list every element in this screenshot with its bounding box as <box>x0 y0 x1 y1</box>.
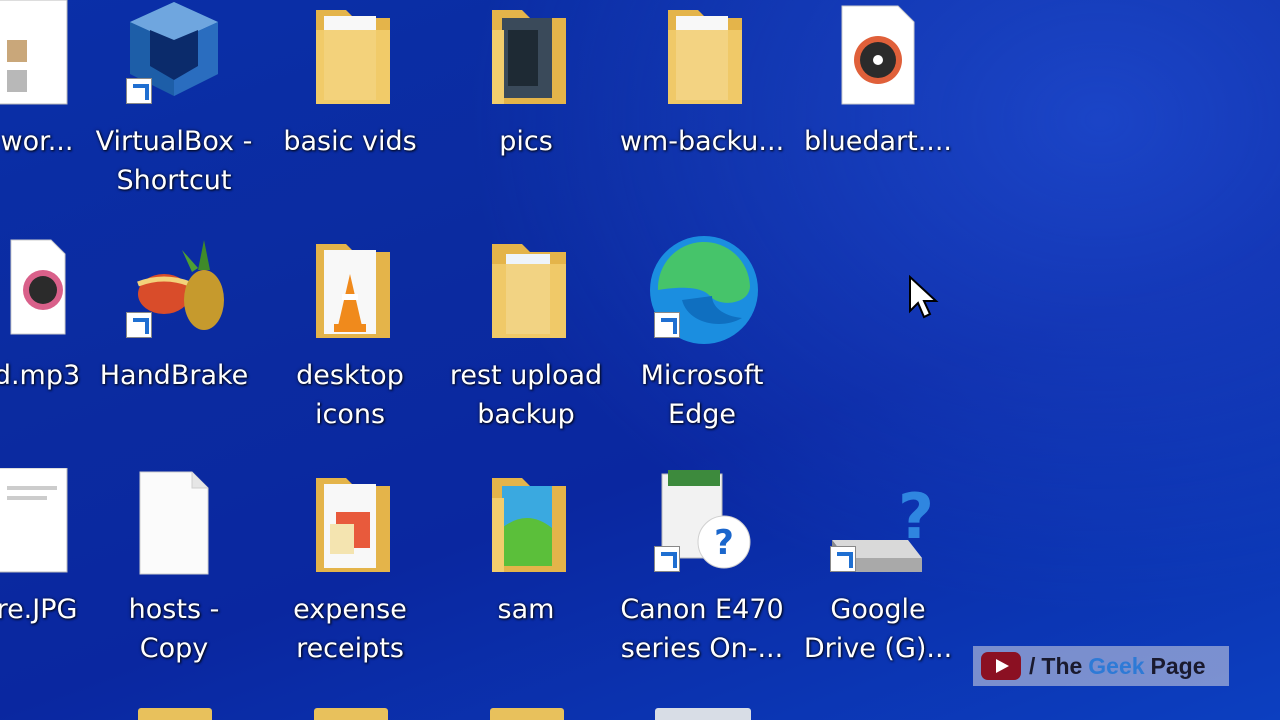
shortcut-arrow-icon <box>830 546 856 572</box>
desktop-icon-basic-vids[interactable]: basic vids <box>262 0 438 161</box>
icon-label: VirtualBox - Shortcut <box>95 126 253 196</box>
audio-file-icon <box>0 234 97 346</box>
desktop-icon-canon-e470[interactable]: ? Canon E470 series On-... <box>614 468 790 668</box>
icon-label: sam <box>497 594 555 625</box>
desktop-icon-expense-receipts[interactable]: expense receipts <box>262 468 438 668</box>
folder-photo-icon <box>466 0 586 112</box>
icon-label: basic vids <box>283 126 417 157</box>
svg-text:?: ? <box>714 523 734 563</box>
icon-label: rest upload backup <box>449 360 603 430</box>
mouse-cursor-icon <box>909 275 939 319</box>
edge-icon <box>642 234 762 346</box>
icon-label: desktop icons <box>296 360 404 430</box>
desktop-icon-google-drive[interactable]: ? Google Drive (G)... <box>790 468 966 668</box>
icon-label: hosts - Copy <box>128 594 220 664</box>
desktop-icon-handbrake[interactable]: HandBrake <box>86 234 262 395</box>
desktop-icon-bluedart[interactable]: bluedart.... <box>790 0 966 161</box>
folder-icon <box>290 0 410 112</box>
document-thumbnail-icon <box>0 0 97 112</box>
shortcut-arrow-icon <box>126 312 152 338</box>
icon-label: Google Drive (G)... <box>803 594 953 664</box>
image-file-icon <box>0 468 97 580</box>
icon-label: Canon E470 series On-... <box>620 594 784 664</box>
virtualbox-icon <box>114 0 234 112</box>
desktop-icon-virtualbox[interactable]: VirtualBox - Shortcut <box>86 0 262 200</box>
desktop-icon-pics[interactable]: pics <box>438 0 614 161</box>
blank-file-icon <box>114 468 234 580</box>
icon-label: HandBrake <box>99 360 249 391</box>
icon-label: bluedart.... <box>803 126 953 157</box>
folder-vlc-icon <box>290 234 410 346</box>
watermark-geek: Geek <box>1088 652 1145 679</box>
desktop-icon-sam[interactable]: sam <box>438 468 614 629</box>
desktop-icon-microsoft-edge[interactable]: Microsoft Edge <box>614 234 790 434</box>
partial-folder-icon <box>138 708 212 720</box>
shortcut-arrow-icon <box>654 312 680 338</box>
help-book-icon: ? <box>642 468 762 580</box>
folder-icon <box>466 234 586 346</box>
folder-icon <box>290 468 410 580</box>
handbrake-icon <box>114 234 234 346</box>
youtube-icon <box>981 652 1021 680</box>
drive-help-icon: ? <box>818 468 938 580</box>
audio-file-icon <box>818 0 938 112</box>
watermark-page: Page <box>1150 652 1206 679</box>
desktop-icon-hosts-copy[interactable]: hosts - Copy <box>86 468 262 668</box>
icon-label: Microsoft Edge <box>640 360 764 430</box>
icon-label: wm-backu... <box>619 126 785 157</box>
channel-watermark: / The Geek Page <box>973 646 1229 686</box>
partial-window-icon <box>655 708 751 720</box>
partial-folder-icon <box>490 708 564 720</box>
desktop: wor... VirtualBox - Shortcut basic vids … <box>0 0 1280 720</box>
svg-text:?: ? <box>898 480 934 553</box>
watermark-the: The <box>1041 652 1083 679</box>
desktop-icon-desktop-icons[interactable]: desktop icons <box>262 234 438 434</box>
folder-photo-icon <box>466 468 586 580</box>
desktop-icon-rest-upload-backup[interactable]: rest upload backup <box>438 234 614 434</box>
watermark-slash: / <box>1029 652 1036 679</box>
shortcut-arrow-icon <box>126 78 152 104</box>
desktop-icon-wm-backup[interactable]: wm-backu... <box>614 0 790 161</box>
folder-icon <box>642 0 762 112</box>
partial-folder-icon <box>314 708 388 720</box>
icon-label: pics <box>499 126 553 157</box>
icon-label: expense receipts <box>293 594 407 664</box>
shortcut-arrow-icon <box>654 546 680 572</box>
